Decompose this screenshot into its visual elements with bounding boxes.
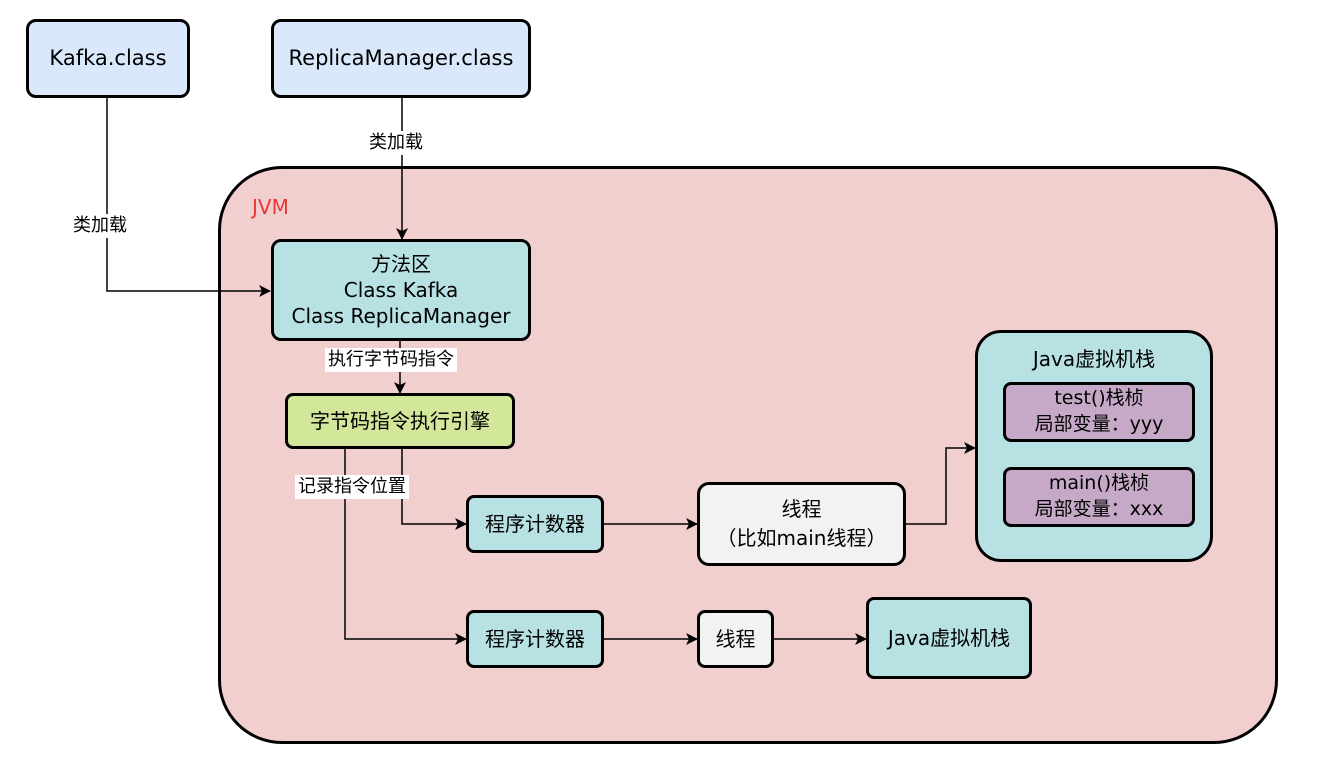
edge-label-load-kafka: 类加载 [70, 214, 130, 238]
program-counter-top-label: 程序计数器 [485, 512, 585, 536]
replica-manager-class-label: ReplicaManager.class [288, 45, 514, 70]
thread-top-title: 线程 [781, 497, 822, 521]
stack-frame-test-locals: 局部变量：yyy [1034, 413, 1164, 435]
stack-frame-main-name: main()栈桢 [1048, 472, 1150, 495]
connectors [106, 97, 976, 645]
edge-engine-pc-top [401, 449, 467, 530]
edge-label-load-replica: 类加载 [366, 131, 426, 155]
edge-thread-stack-top [906, 442, 976, 525]
bytecode-engine-label: 字节码指令执行引擎 [310, 409, 490, 433]
stack-frame-test-name: test()栈桢 [1054, 387, 1144, 410]
thread-top-node: 线程 （比如main线程） [697, 482, 906, 566]
edge-load-kafka [106, 97, 271, 297]
program-counter-bottom-label: 程序计数器 [485, 627, 585, 651]
method-area-node: 方法区 Class Kafka Class ReplicaManager [271, 239, 531, 341]
program-counter-bottom-node: 程序计数器 [466, 610, 604, 668]
method-area-class-replica: Class ReplicaManager [291, 304, 511, 328]
jvm-stack-bottom-node: Java虚拟机栈 [866, 597, 1032, 679]
program-counter-top-node: 程序计数器 [466, 495, 604, 553]
replica-manager-class-node: ReplicaManager.class [271, 19, 531, 98]
kafka-class-label: Kafka.class [49, 45, 167, 70]
edge-label-record-position: 记录指令位置 [295, 475, 409, 499]
method-area-title: 方法区 [371, 252, 431, 276]
bytecode-engine-node: 字节码指令执行引擎 [285, 393, 515, 449]
jvm-stack-bottom-label: Java虚拟机栈 [887, 626, 1011, 650]
diagram-canvas: JVM Java虚拟机栈 类加载 类加载 执行字节码指令 记录指令位置 Kafk… [0, 0, 1328, 760]
stack-frame-main-locals: 局部变量：xxx [1034, 498, 1164, 520]
stack-frame-main: main()栈桢 局部变量：xxx [1003, 467, 1195, 527]
thread-bottom-node: 线程 [697, 610, 774, 668]
method-area-class-kafka: Class Kafka [343, 278, 459, 302]
stack-frame-test: test()栈桢 局部变量：yyy [1003, 382, 1195, 442]
thread-top-subtitle: （比如main线程） [716, 526, 887, 550]
thread-bottom-label: 线程 [715, 627, 756, 651]
kafka-class-node: Kafka.class [26, 19, 190, 98]
edge-label-exec-bytecode: 执行字节码指令 [325, 348, 457, 372]
